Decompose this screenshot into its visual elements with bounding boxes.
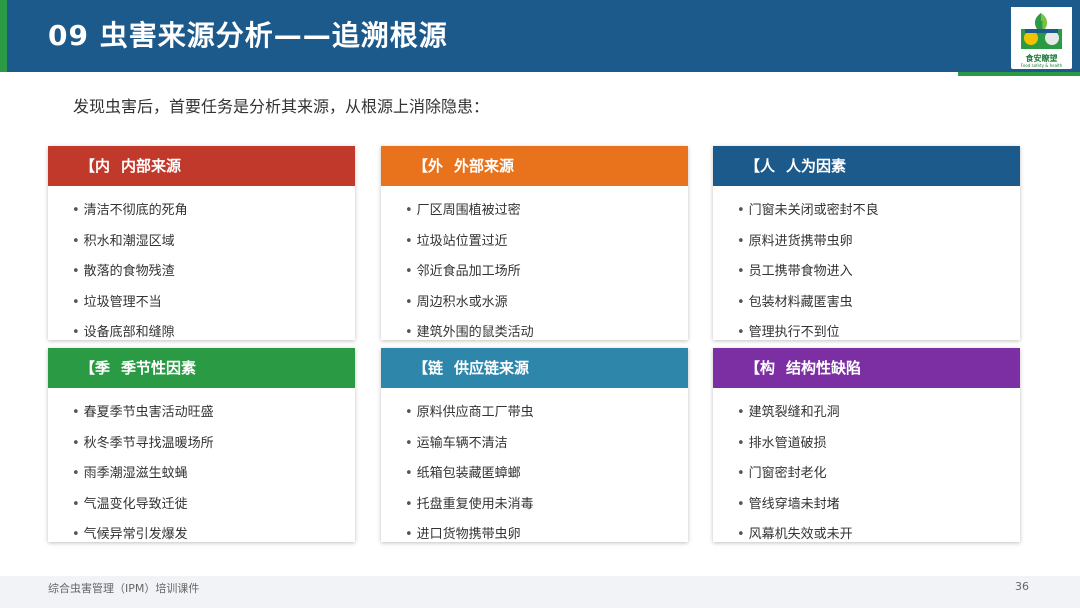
card-supply-chain: 【链 供应链来源 原料供应商工厂带虫 运输车辆不清洁 纸箱包装藏匿蟑螂 托盘重复… xyxy=(381,348,688,542)
logo-subtext: Food safety & health xyxy=(1020,63,1063,68)
card-internal-source: 【内 内部来源 清洁不彻底的死角 积水和潮湿区域 散落的食物残渣 垃圾管理不当 … xyxy=(48,146,355,340)
card-bracket: 【构 xyxy=(745,359,776,377)
list-item: 春夏季节虫害活动旺盛 xyxy=(72,404,214,435)
card-bracket: 【内 xyxy=(80,157,111,175)
card-bracket: 【人 xyxy=(745,157,776,175)
card-header: 【人 人为因素 xyxy=(713,146,1020,186)
list-item: 托盘重复使用未消毒 xyxy=(405,496,534,527)
list-item: 气候异常引发爆发 xyxy=(72,526,214,542)
list-item: 厂区周围植被过密 xyxy=(405,202,534,233)
card-header: 【构 结构性缺陷 xyxy=(713,348,1020,388)
list-item: 门窗未关闭或密封不良 xyxy=(737,202,879,233)
card-list: 厂区周围植被过密 垃圾站位置过近 邻近食品加工场所 周边积水或水源 建筑外围的鼠… xyxy=(405,202,534,340)
list-item: 建筑裂缝和孔洞 xyxy=(737,404,853,435)
header-bar: 09 虫害来源分析——追溯根源 xyxy=(0,0,1080,72)
list-item: 积水和潮湿区域 xyxy=(72,233,188,264)
footer-course-title: 综合虫害管理（IPM）培训课件 xyxy=(48,582,200,595)
card-title: 人为因素 xyxy=(786,157,847,175)
card-header: 【内 内部来源 xyxy=(48,146,355,186)
logo-graphic xyxy=(1011,7,1072,53)
list-item: 运输车辆不清洁 xyxy=(405,435,534,466)
list-item: 设备底部和缝隙 xyxy=(72,324,188,340)
card-list: 原料供应商工厂带虫 运输车辆不清洁 纸箱包装藏匿蟑螂 托盘重复使用未消毒 进口货… xyxy=(405,404,534,542)
list-item: 员工携带食物进入 xyxy=(737,263,879,294)
card-header: 【外 外部来源 xyxy=(381,146,688,186)
card-human-factors: 【人 人为因素 门窗未关闭或密封不良 原料进货携带虫卵 员工携带食物进入 包装材… xyxy=(713,146,1020,340)
card-list: 建筑裂缝和孔洞 排水管道破损 门窗密封老化 管线穿墙未封堵 风幕机失效或未开 xyxy=(737,404,853,542)
intro-text: 发现虫害后，首要任务是分析其来源，从根源上消除隐患： xyxy=(73,97,490,116)
header-accent-line xyxy=(958,72,1080,76)
card-header: 【季 季节性因素 xyxy=(48,348,355,388)
page-number: 36 xyxy=(1015,580,1029,593)
list-item: 周边积水或水源 xyxy=(405,294,534,325)
card-external-source: 【外 外部来源 厂区周围植被过密 垃圾站位置过近 邻近食品加工场所 周边积水或水… xyxy=(381,146,688,340)
logo-text: 食安瞭望 xyxy=(1025,54,1058,63)
card-bracket: 【季 xyxy=(80,359,111,377)
card-structural-defects: 【构 结构性缺陷 建筑裂缝和孔洞 排水管道破损 门窗密封老化 管线穿墙未封堵 风… xyxy=(713,348,1020,542)
list-item: 垃圾管理不当 xyxy=(72,294,188,325)
card-header: 【链 供应链来源 xyxy=(381,348,688,388)
card-title: 季节性因素 xyxy=(121,359,197,377)
card-list: 门窗未关闭或密封不良 原料进货携带虫卵 员工携带食物进入 包装材料藏匿害虫 管理… xyxy=(737,202,879,340)
list-item: 原料进货携带虫卵 xyxy=(737,233,879,264)
list-item: 邻近食品加工场所 xyxy=(405,263,534,294)
list-item: 清洁不彻底的死角 xyxy=(72,202,188,233)
card-title: 内部来源 xyxy=(121,157,182,175)
card-title: 外部来源 xyxy=(454,157,515,175)
card-bracket: 【链 xyxy=(413,359,444,377)
list-item: 秋冬季节寻找温暖场所 xyxy=(72,435,214,466)
list-item: 管线穿墙未封堵 xyxy=(737,496,853,527)
list-item: 雨季潮湿滋生蚊蝇 xyxy=(72,465,214,496)
list-item: 垃圾站位置过近 xyxy=(405,233,534,264)
list-item: 包装材料藏匿害虫 xyxy=(737,294,879,325)
list-item: 进口货物携带虫卵 xyxy=(405,526,534,542)
list-item: 原料供应商工厂带虫 xyxy=(405,404,534,435)
list-item: 门窗密封老化 xyxy=(737,465,853,496)
list-item: 风幕机失效或未开 xyxy=(737,526,853,542)
list-item: 气温变化导致迁徙 xyxy=(72,496,214,527)
header-accent xyxy=(0,0,7,72)
card-title: 供应链来源 xyxy=(454,359,530,377)
list-item: 纸箱包装藏匿蟑螂 xyxy=(405,465,534,496)
page-title: 09 虫害来源分析——追溯根源 xyxy=(48,19,448,52)
food-safety-logo-icon: 食安瞭望 Food safety & health xyxy=(1011,7,1072,69)
list-item: 排水管道破损 xyxy=(737,435,853,466)
card-list: 春夏季节虫害活动旺盛 秋冬季节寻找温暖场所 雨季潮湿滋生蚊蝇 气温变化导致迁徙 … xyxy=(72,404,214,542)
list-item: 管理执行不到位 xyxy=(737,324,879,340)
card-bracket: 【外 xyxy=(413,157,444,175)
list-item: 散落的食物残渣 xyxy=(72,263,188,294)
list-item: 建筑外围的鼠类活动 xyxy=(405,324,534,340)
card-title: 结构性缺陷 xyxy=(786,359,862,377)
card-list: 清洁不彻底的死角 积水和潮湿区域 散落的食物残渣 垃圾管理不当 设备底部和缝隙 xyxy=(72,202,188,340)
card-seasonal-factors: 【季 季节性因素 春夏季节虫害活动旺盛 秋冬季节寻找温暖场所 雨季潮湿滋生蚊蝇 … xyxy=(48,348,355,542)
footer-bar: 综合虫害管理（IPM）培训课件 36 xyxy=(0,576,1080,608)
